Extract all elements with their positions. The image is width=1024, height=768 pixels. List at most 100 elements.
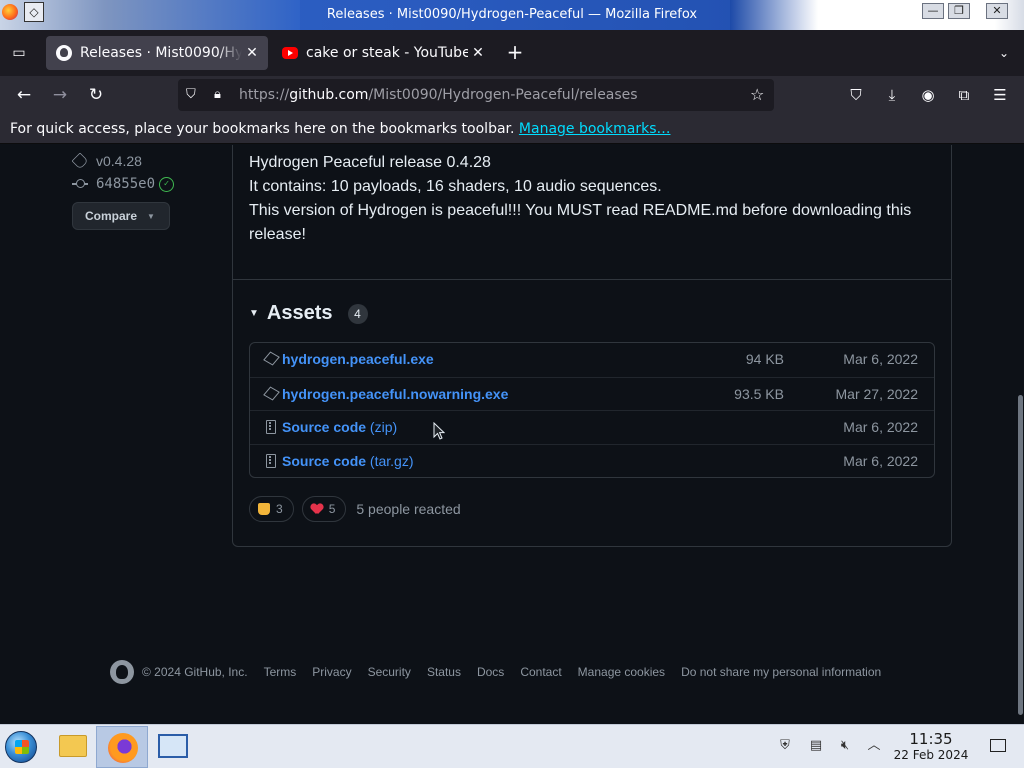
back-button[interactable]: ←: [12, 83, 36, 107]
new-tab-button[interactable]: +: [503, 41, 527, 65]
tab-youtube[interactable]: cake or steak - YouTube ✕: [272, 36, 494, 70]
network-monitor-icon: [158, 734, 188, 758]
asset-row: Source code (zip) Mar 6, 2022: [250, 410, 934, 444]
heart-icon: [311, 504, 323, 515]
list-all-tabs-icon[interactable]: ⌄: [994, 43, 1014, 63]
tab-label: Releases · Mist0090/Hydrogen-Peaceful: [80, 45, 242, 61]
tab-strip: ▭ Releases · Mist0090/Hydrogen-Peaceful …: [0, 30, 1024, 76]
github-icon: [56, 45, 72, 61]
downloads-icon[interactable]: ⤓: [880, 83, 904, 107]
assets-count-badge: 4: [347, 303, 368, 324]
asset-link[interactable]: Source code (tar.gz): [282, 453, 414, 469]
taskbar-network-app[interactable]: [146, 726, 198, 768]
footer-link-manage-cookies[interactable]: Manage cookies: [578, 665, 665, 679]
assets-title: Assets: [266, 302, 333, 324]
asset-row: Source code (tar.gz) Mar 6, 2022: [250, 443, 934, 478]
reaction-heart-button[interactable]: 5: [301, 496, 347, 522]
close-tab-icon[interactable]: ✕: [242, 45, 262, 61]
compare-label: Compare: [85, 209, 138, 223]
release-card: Hydrogen Peaceful release 0.4.28 It cont…: [232, 145, 952, 547]
disclosure-triangle-icon: ▼: [249, 308, 259, 319]
reaction-thumbs-up-button[interactable]: 3: [249, 496, 294, 522]
tab-label: cake or steak - YouTube: [306, 45, 468, 61]
start-menu-button[interactable]: [5, 731, 37, 763]
footer-link-do-not-share[interactable]: Do not share my personal information: [681, 665, 881, 679]
github-logo-icon[interactable]: [110, 660, 134, 684]
footer-link-contact[interactable]: Contact: [520, 665, 561, 679]
compare-button[interactable]: Compare ▼: [72, 202, 170, 230]
asset-date: Mar 6, 2022: [843, 419, 918, 435]
asset-link[interactable]: Source code (zip): [282, 419, 397, 435]
verified-check-icon[interactable]: ✓: [159, 176, 175, 192]
security-shield-tray-icon[interactable]: ⛨: [777, 738, 793, 754]
divider: [233, 279, 951, 280]
asset-link[interactable]: hydrogen.peaceful.nowarning.exe: [282, 386, 508, 402]
footer-link-status[interactable]: Status: [427, 665, 461, 679]
os-taskbar: ⛨ ▤ 🔇︎ ︿ 11:35 22 Feb 2024: [0, 724, 1024, 768]
taskbar-file-manager[interactable]: [46, 726, 98, 768]
reaction-count: 5: [328, 502, 336, 516]
package-icon: [263, 351, 280, 366]
footer-link-terms[interactable]: Terms: [264, 665, 297, 679]
maximize-button[interactable]: ❐: [948, 3, 970, 19]
url-bar[interactable]: ⛉ 🔒︎ https://github.com/Mist0090/Hydroge…: [178, 79, 774, 111]
package-icon: [263, 385, 280, 401]
bookmarks-toolbar: For quick access, place your bookmarks h…: [0, 114, 1024, 144]
commit-sha[interactable]: 64855e0: [96, 176, 155, 192]
asset-row: hydrogen.peaceful.exe 94 KB Mar 6, 2022: [250, 343, 934, 377]
tracking-protection-shield-icon[interactable]: ⛉: [186, 87, 196, 102]
footer-copyright: © 2024 GitHub, Inc.: [142, 665, 248, 679]
pocket-icon[interactable]: ⛉: [844, 83, 868, 107]
tag-label[interactable]: v0.4.28: [96, 153, 142, 169]
asset-link[interactable]: hydrogen.peaceful.exe: [282, 351, 434, 367]
youtube-icon: [282, 47, 298, 59]
taskbar-clock[interactable]: 11:35 22 Feb 2024: [888, 731, 974, 763]
taskbar-firefox[interactable]: [96, 726, 148, 768]
menu-icon[interactable]: ☰: [988, 83, 1012, 107]
account-icon[interactable]: ◉: [916, 83, 940, 107]
release-notes-line: This version of Hydrogen is peaceful!!! …: [249, 202, 912, 243]
github-release-page: v0.4.28 64855e0 ✓ Compare ▼ Hydrogen Pea…: [0, 145, 1024, 724]
navigation-toolbar: ← → ↻ ⛉ 🔒︎ https://github.com/Mist0090/H…: [0, 76, 1024, 114]
git-commit-icon: [72, 179, 88, 189]
assets-toggle[interactable]: ▼ Assets 4: [249, 302, 368, 325]
release-tag[interactable]: v0.4.28: [71, 152, 142, 170]
firefox-view-icon[interactable]: ▭: [8, 42, 30, 64]
reacted-summary: 5 people reacted: [356, 501, 461, 517]
dropdown-caret-icon: ▼: [147, 211, 155, 221]
page-scrollbar[interactable]: [1018, 395, 1023, 715]
minimize-button[interactable]: —: [922, 3, 944, 19]
manage-bookmarks-link[interactable]: Manage bookmarks…: [519, 121, 671, 137]
tab-github-releases[interactable]: Releases · Mist0090/Hydrogen-Peaceful ✕: [46, 36, 268, 70]
volume-muted-icon[interactable]: 🔇︎: [837, 738, 853, 754]
firefox-icon: [108, 733, 138, 763]
release-commit[interactable]: 64855e0 ✓: [72, 176, 175, 192]
asset-date: Mar 6, 2022: [843, 452, 918, 469]
tag-icon: [71, 152, 89, 170]
footer-link-security[interactable]: Security: [368, 665, 411, 679]
reload-button[interactable]: ↻: [84, 83, 108, 107]
asset-size: 93.5 KB: [734, 385, 784, 402]
thumbs-up-icon: [258, 503, 270, 515]
asset-size: 94 KB: [745, 351, 784, 367]
show-desktop-icon[interactable]: [990, 739, 1006, 752]
release-notes: Hydrogen Peaceful release 0.4.28 It cont…: [249, 151, 929, 247]
bookmark-star-icon[interactable]: ☆: [750, 85, 764, 104]
reaction-count: 3: [276, 502, 283, 516]
file-zip-icon: [266, 453, 276, 468]
clock-date: 22 Feb 2024: [893, 748, 969, 762]
footer-link-docs[interactable]: Docs: [477, 665, 504, 679]
url-text[interactable]: https://github.com/Mist0090/Hydrogen-Pea…: [239, 87, 638, 103]
asset-row: hydrogen.peaceful.nowarning.exe 93.5 KB …: [250, 376, 934, 411]
lock-icon[interactable]: 🔒︎: [214, 87, 221, 102]
clipboard-tray-icon[interactable]: ▤: [808, 738, 824, 754]
close-window-button[interactable]: ✕: [986, 3, 1008, 19]
assets-list: hydrogen.peaceful.exe 94 KB Mar 6, 2022 …: [249, 342, 935, 478]
extensions-icon[interactable]: ⧉: [952, 83, 976, 107]
asset-date: Mar 27, 2022: [835, 385, 919, 402]
close-tab-icon[interactable]: ✕: [468, 45, 488, 61]
reactions-bar: 3 5 5 people reacted: [249, 496, 461, 522]
forward-button[interactable]: →: [48, 83, 72, 107]
footer-link-privacy[interactable]: Privacy: [312, 665, 351, 679]
chevron-up-icon[interactable]: ︿: [866, 738, 882, 754]
